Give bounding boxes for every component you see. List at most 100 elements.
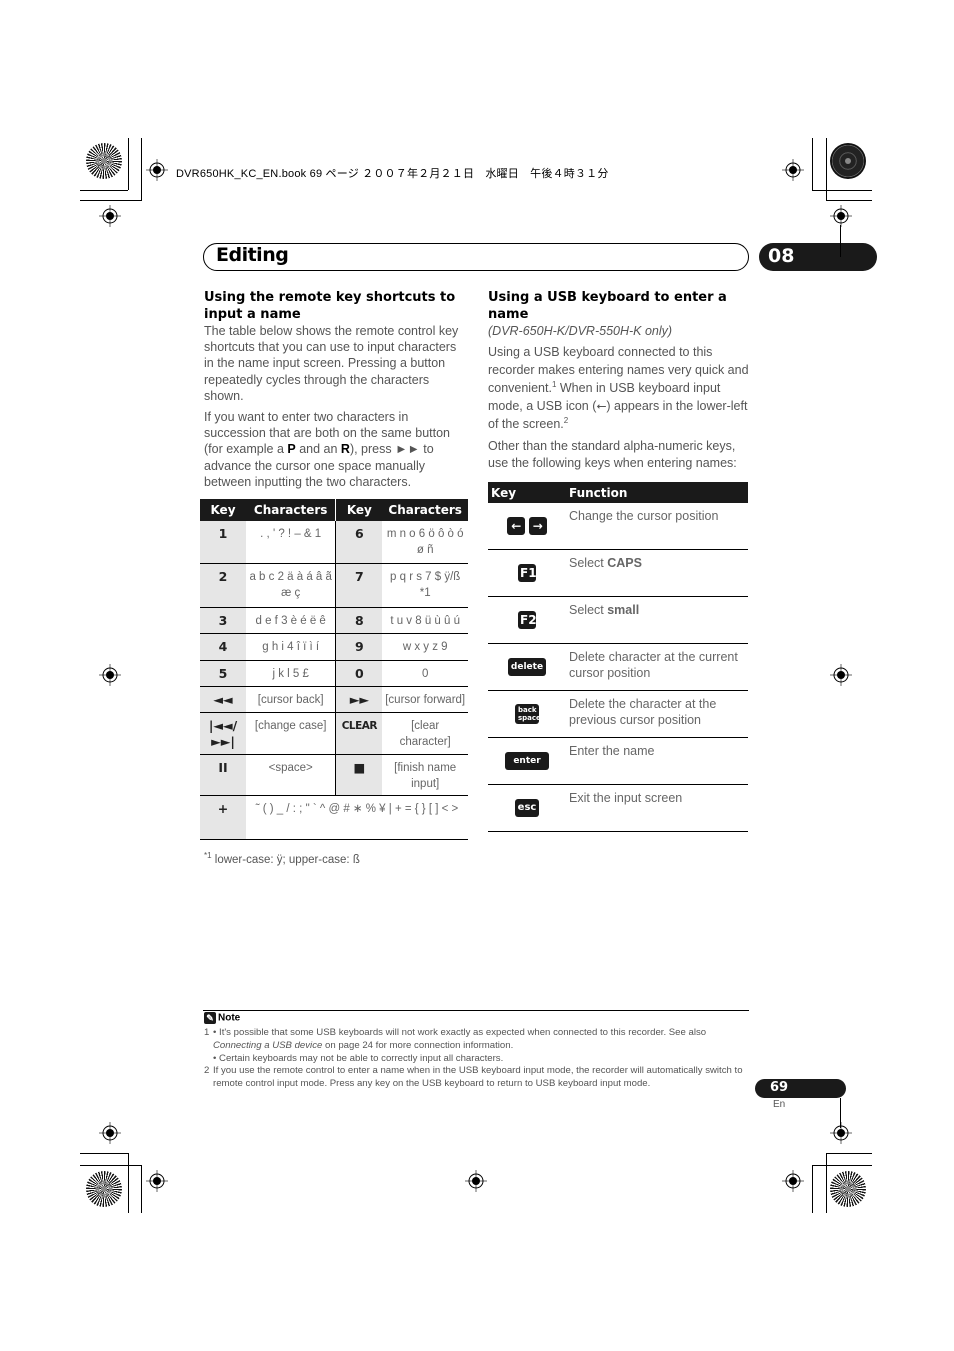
key-cell: 8 [335,607,383,634]
characters-cell: ˜ ( ) _ / : ; " ` ^ @ # ∗ % ¥ | + = { } … [246,795,468,840]
characters-cell: 0 [382,660,468,687]
pencil-note-icon: ✎ [204,1012,216,1024]
column-header: Function [566,482,748,503]
key-cell: 9 [335,633,383,661]
key-cell: 3 [200,607,246,634]
remote-key-table: Key Characters Key Characters 1 . , ' ? … [200,499,468,840]
crop-mark [80,1165,142,1166]
crop-mark [141,1165,142,1213]
table-row: + ˜ ( ) _ / : ; " ` ^ @ # ∗ % ¥ | + = { … [200,795,468,840]
footnote-mark: *1 [204,851,212,861]
table-row: enter Enter the name [488,737,748,785]
usb-keyboard-intro: Using a USB keyboard connected to this r… [488,345,749,432]
crop-mark [826,138,827,200]
footnote-text: lower-case: ÿ; upper-case: ß [214,854,360,866]
backspace-key-icon: back space [515,704,541,724]
key-cell: 0 [335,660,383,687]
crop-mark [826,1153,872,1154]
registration-mark-icon [99,1122,121,1144]
key-cell: 7 [335,563,383,608]
skip-keys-icon: |◄◄/ ►►| [200,712,246,755]
registration-mark-icon [146,159,168,181]
characters-cell: [change case] [246,712,337,755]
right-column: Using a USB keyboard to enter a name (DV… [488,289,750,477]
clear-key-icon: CLEAR [335,712,383,755]
crop-mark [80,190,128,191]
plus-key-icon: + [200,795,246,840]
crop-mark [812,190,872,191]
esc-key-icon: esc [514,799,540,817]
key-cell: 4 [200,633,246,661]
registration-mark-icon [830,664,852,686]
crop-mark [80,200,142,201]
fast-forward-key-icon: ►► [335,686,383,713]
column-header: Characters [382,499,468,521]
characters-cell: [cursor back] [246,686,337,713]
registration-mark-icon [782,159,804,181]
characters-cell: p q r s 7 $ ÿ/ß *1 [382,563,468,608]
crop-mark [128,1153,129,1213]
color-wheel-mark-top-left [86,143,122,179]
column-header: Key [488,482,566,503]
note-list: 1 • It's possible that some USB keyboards… [204,1027,750,1091]
table-row: ◄◄ [cursor back] ►► [cursor forward] [200,686,468,713]
remote-shortcuts-tip: If you want to enter two characters in s… [204,410,450,489]
function-cell: Change the cursor position [566,503,748,550]
note-item: 2 If you use the remote control to enter … [204,1065,743,1090]
note-heading: ✎ Note [204,1012,240,1024]
crop-mark [812,1165,872,1166]
characters-cell: d e f 3 è é ë ê [246,607,337,634]
characters-cell: g h i 4 î ï ì í [246,633,337,661]
color-wheel-mark-bottom-right [830,1171,866,1207]
registration-mark-icon [146,1170,168,1192]
characters-cell: w x y z 9 [382,633,468,661]
function-cell: Select small [566,596,748,644]
table-row: 4 g h i 4 î ï ì í 9 w x y z 9 [200,633,468,661]
left-column: Using the remote key shortcuts to input … [204,289,468,495]
registration-mark-icon [465,1170,487,1192]
function-cell: Select CAPS [566,549,748,597]
crop-mark [826,1153,827,1213]
note-item: • Certain keyboards may not be able to c… [213,1052,504,1064]
usb-keyboard-keys-text: Other than the standard alpha-numeric ke… [488,439,737,471]
table-row: 3 d e f 3 è é ë ê 8 t u v 8 ü ù û ú [200,607,468,634]
page-language: En [773,1099,786,1110]
print-header: DVR650HK_KC_EN.book 69 ページ ２００７年２月２１日 水曜… [176,168,609,180]
key-cell: delete [488,643,566,691]
note-item: 1 • It's possible that some USB keyboards… [204,1027,707,1051]
page-number-tab [755,1079,846,1098]
characters-cell: t u v 8 ü ù û ú [382,607,468,634]
enter-key-icon: enter [505,752,549,770]
characters-cell: m n o 6 ö ô ò ó ø ñ [382,521,468,564]
function-cell: Delete character at the current cursor p… [566,643,748,691]
characters-cell: <space> [246,754,337,796]
crop-mark [812,138,813,190]
key-cell: 2 [200,563,246,608]
section-title: Editing [216,244,289,266]
column-header: Key [335,499,383,521]
left-arrow-key-icon: ← [507,517,526,535]
color-wheel-mark-bottom-left [86,1171,122,1207]
crop-mark [826,200,872,201]
characters-cell: [cursor forward] [382,686,468,713]
table-row: II <space> ■ [finish name input] [200,754,468,796]
table-row: F2 Select small [488,596,748,644]
key-cell: esc [488,784,566,832]
model-note: (DVR-650H-K/DVR-550H-K only) [488,324,673,338]
registration-mark-icon [830,1122,852,1144]
crop-mark [128,138,129,190]
delete-key-icon: delete [507,658,547,676]
key-cell: ← → [488,503,566,550]
table-row: 2 a b c 2 ä à á â ã æ ç 7 p q r s 7 $ ÿ/… [200,563,468,608]
registration-mark-icon [99,664,121,686]
table-row: 1 . , ' ? ! – & 1 6 m n o 6 ö ô ò ó ø ñ [200,521,468,564]
chapter-number: 08 [768,245,795,267]
rewind-key-icon: ◄◄ [200,686,246,713]
crop-mark [141,138,142,200]
key-cell: 5 [200,660,246,687]
registration-mark-icon [830,205,852,227]
registration-mark-icon [782,1170,804,1192]
function-cell: Enter the name [566,737,748,785]
table-row: back space Delete the character at the p… [488,690,748,738]
color-wheel-mark-top-right [830,143,866,179]
